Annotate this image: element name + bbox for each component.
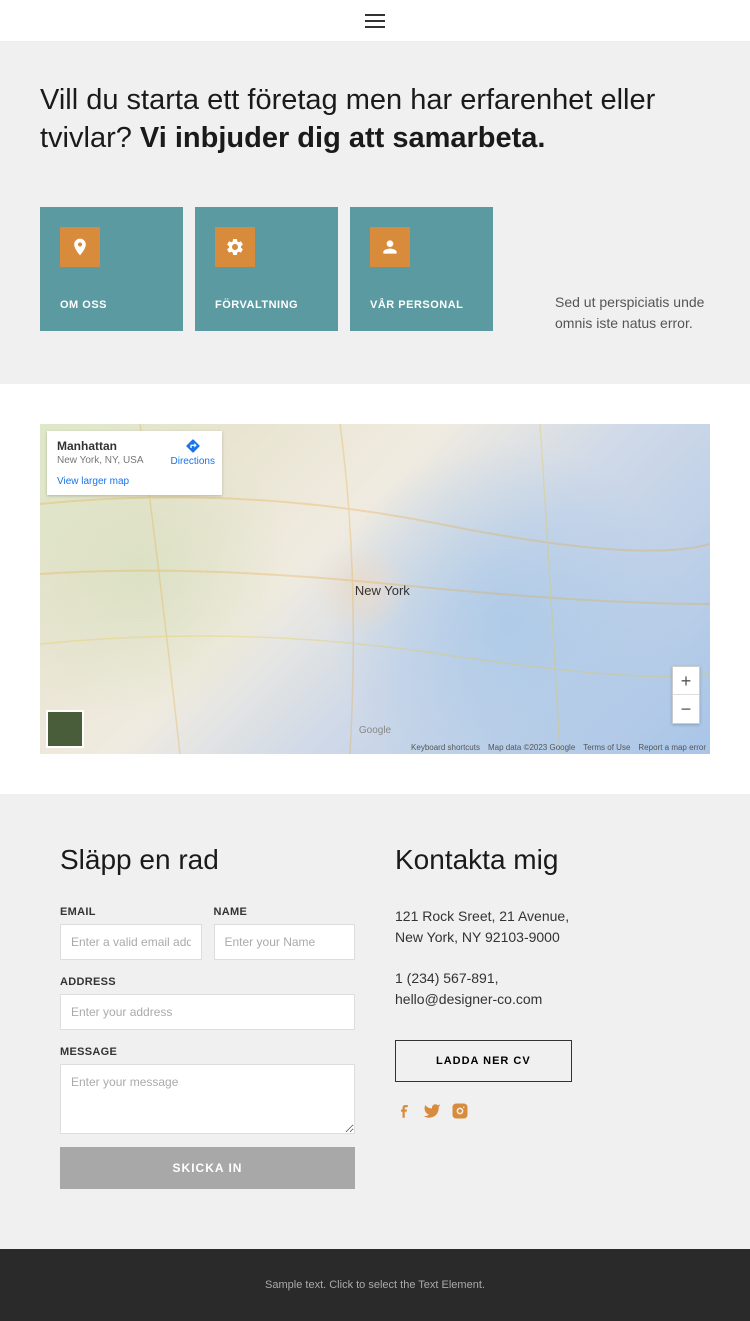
side-description: Sed ut perspiciatis unde omnis iste natu…	[555, 207, 710, 334]
directions-button[interactable]: Directions	[171, 438, 215, 467]
contact-column: Kontakta mig 121 Rock Sreet, 21 Avenue, …	[395, 844, 690, 1189]
map-city-label: New York	[355, 583, 410, 598]
message-label: MESSAGE	[60, 1046, 355, 1058]
intro-section: Vill du starta ett företag men har erfar…	[0, 42, 750, 384]
map-location-title: Manhattan	[57, 439, 144, 453]
main-heading: Vill du starta ett företag men har erfar…	[40, 82, 710, 157]
name-label: NAME	[214, 906, 356, 918]
map-attribution: Keyboard shortcuts Map data ©2023 Google…	[411, 743, 706, 752]
header-bar	[0, 0, 750, 42]
form-column: Släpp en rad EMAIL NAME ADDRESS MESSAGE	[60, 844, 355, 1189]
cards-row: OM OSS FÖRVALTNING VÅR PERSONAL Sed ut p…	[40, 207, 710, 334]
message-field[interactable]	[60, 1064, 355, 1134]
submit-button[interactable]: SKICKA IN	[60, 1147, 355, 1189]
map-info-card: Manhattan New York, NY, USA Directions V…	[47, 431, 222, 495]
card-label: FÖRVALTNING	[215, 299, 318, 311]
card-label: VÅR PERSONAL	[370, 299, 473, 311]
map-section: Manhattan New York, NY, USA Directions V…	[0, 384, 750, 794]
zoom-out-button[interactable]: −	[673, 695, 699, 723]
map-shortcuts-link[interactable]: Keyboard shortcuts	[411, 743, 480, 752]
map-layer-toggle[interactable]	[46, 710, 84, 748]
directions-label: Directions	[171, 456, 215, 467]
menu-icon[interactable]	[365, 14, 385, 28]
address-field[interactable]	[60, 994, 355, 1030]
instagram-icon[interactable]	[451, 1102, 469, 1120]
contact-heading: Kontakta mig	[395, 844, 690, 876]
name-field[interactable]	[214, 924, 356, 960]
map-data-label: Map data ©2023 Google	[488, 743, 575, 752]
map-location-sub: New York, NY, USA	[57, 455, 144, 466]
gear-icon	[215, 227, 255, 267]
pin-icon	[60, 227, 100, 267]
heading-bold: Vi inbjuder dig att samarbeta.	[140, 122, 546, 154]
contact-address: 121 Rock Sreet, 21 Avenue, New York, NY …	[395, 906, 595, 948]
form-heading: Släpp en rad	[60, 844, 355, 876]
card-about[interactable]: OM OSS	[40, 207, 183, 331]
facebook-icon[interactable]	[395, 1102, 413, 1120]
google-logo: Google	[359, 725, 391, 736]
contact-phone-email: 1 (234) 567-891, hello@designer-co.com	[395, 968, 595, 1010]
download-cv-button[interactable]: LADDA NER CV	[395, 1040, 572, 1082]
address-label: ADDRESS	[60, 976, 355, 988]
cards-container: OM OSS FÖRVALTNING VÅR PERSONAL	[40, 207, 493, 334]
card-management[interactable]: FÖRVALTNING	[195, 207, 338, 331]
email-field[interactable]	[60, 924, 202, 960]
twitter-icon[interactable]	[423, 1102, 441, 1120]
map-terms-link[interactable]: Terms of Use	[583, 743, 630, 752]
card-label: OM OSS	[60, 299, 163, 311]
map-zoom-controls: + −	[672, 666, 700, 724]
zoom-in-button[interactable]: +	[673, 667, 699, 695]
page-footer: Sample text. Click to select the Text El…	[0, 1249, 750, 1321]
footer-text: Sample text. Click to select the Text El…	[30, 1279, 720, 1291]
email-label: EMAIL	[60, 906, 202, 918]
contact-section: Släpp en rad EMAIL NAME ADDRESS MESSAGE	[0, 794, 750, 1249]
map-canvas[interactable]: Manhattan New York, NY, USA Directions V…	[40, 424, 710, 754]
person-icon	[370, 227, 410, 267]
card-staff[interactable]: VÅR PERSONAL	[350, 207, 493, 331]
social-links	[395, 1102, 690, 1120]
map-report-link[interactable]: Report a map error	[638, 743, 706, 752]
view-larger-link[interactable]: View larger map	[57, 476, 129, 487]
